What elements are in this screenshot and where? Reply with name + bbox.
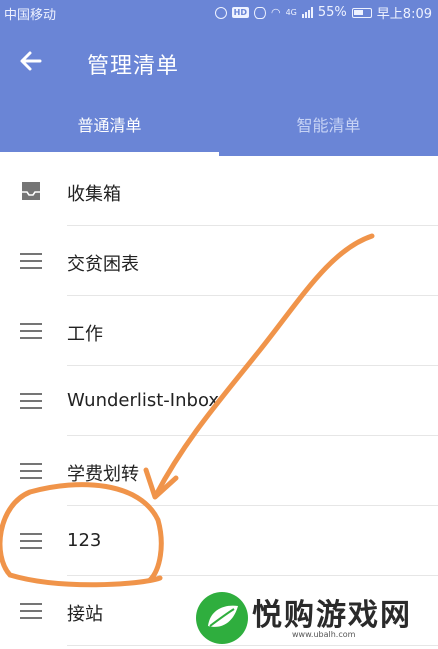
list-item-label: 工作 — [67, 324, 103, 345]
signal-icon — [301, 7, 313, 18]
clock: 早上8:09 — [376, 7, 432, 22]
tab-normal-lists[interactable]: 普通清单 — [0, 100, 219, 156]
list-item[interactable]: Wunderlist-Inbox — [0, 366, 438, 436]
arrow-left-icon[interactable] — [18, 48, 44, 74]
battery-icon — [351, 7, 372, 18]
drag-handle-icon[interactable] — [20, 460, 42, 482]
inbox-icon — [22, 182, 40, 200]
drag-handle-icon[interactable] — [20, 600, 42, 622]
drag-handle-icon[interactable] — [20, 250, 42, 272]
carrier-name: 中国移动 — [4, 8, 57, 23]
tab-smart-lists[interactable]: 智能清单 — [219, 100, 438, 156]
list-item-label: 接站 — [67, 604, 103, 625]
eye-icon — [253, 6, 266, 19]
status-bar: 中国移动 HD ◠ 4G 55% 早上8:09 — [0, 0, 438, 24]
status-icons: HD ◠ 4G 55% 早上8:09 — [214, 3, 432, 22]
page-title: 管理清单 — [87, 54, 180, 79]
wifi-icon: ◠ — [270, 6, 281, 19]
list-container: 收集箱 交贫困表 工作 Wunderlist-Inbox 学费划转 123 接站 — [0, 156, 438, 646]
list-item[interactable]: 123 — [0, 506, 438, 576]
list-item[interactable]: 学费划转 — [0, 436, 438, 506]
list-item-label: 交贫困表 — [67, 254, 139, 275]
list-item-inbox[interactable]: 收集箱 — [0, 156, 438, 226]
leaf-logo-icon — [196, 592, 248, 644]
watermark-url: www.ubalh.com — [292, 630, 356, 639]
battery-percent: 55% — [317, 5, 347, 20]
list-item-label: 学费划转 — [67, 464, 139, 485]
list-item[interactable]: 工作 — [0, 296, 438, 366]
list-item-label: Wunderlist-Inbox — [67, 390, 220, 411]
alarm-icon — [214, 6, 227, 19]
list-item[interactable]: 交贫困表 — [0, 226, 438, 296]
drag-handle-icon[interactable] — [20, 320, 42, 342]
watermark-text: 悦购游戏网 — [252, 598, 412, 633]
app-bar: 管理清单 — [0, 24, 438, 100]
hd-icon: HD — [231, 7, 249, 18]
drag-handle-icon[interactable] — [20, 390, 42, 412]
watermark-logo: 悦购游戏网 www.ubalh.com — [192, 588, 438, 649]
network-type: 4G — [285, 8, 297, 17]
drag-handle-icon[interactable] — [20, 530, 42, 552]
list-item-label: 收集箱 — [67, 184, 121, 205]
tab-bar: 普通清单 智能清单 — [0, 100, 438, 156]
list-item-label: 123 — [67, 530, 102, 551]
